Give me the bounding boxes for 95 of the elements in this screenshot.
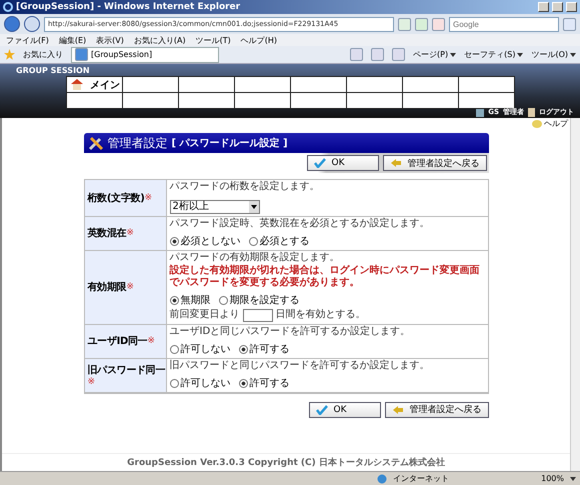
nav-item[interactable]: メイン xyxy=(67,77,122,92)
arrow-left-icon xyxy=(392,404,404,414)
caret-icon xyxy=(517,52,524,56)
nav-slot xyxy=(291,77,346,92)
radio-button[interactable] xyxy=(170,296,178,306)
radio-button[interactable] xyxy=(218,296,228,306)
radio-label: 必須としない xyxy=(180,236,240,248)
field-label: 桁数(文字数) xyxy=(88,191,145,205)
browser-tab[interactable]: [GroupSession] xyxy=(71,46,219,62)
field-description: 旧パスワードと同じパスワードを許可するか設定します。 xyxy=(170,360,430,371)
menu-item[interactable]: ヘルプ(H) xyxy=(240,34,277,46)
minimize-button[interactable] xyxy=(538,2,549,12)
field-description: パスワードの桁数を設定します。 xyxy=(170,181,320,192)
radio-label: 許可しない xyxy=(180,378,230,390)
menu-item[interactable]: お気に入り(A) xyxy=(134,34,186,46)
nav-slot xyxy=(347,93,402,108)
nav-slot xyxy=(459,93,514,108)
nav-slot xyxy=(179,93,234,108)
checkmark-icon xyxy=(314,158,326,168)
select-dropdown[interactable]: 2桁以上 xyxy=(170,200,260,214)
menu-item[interactable]: ファイル(F) xyxy=(6,34,49,46)
ok-button[interactable]: OK xyxy=(308,402,380,418)
radio-button[interactable] xyxy=(170,379,178,388)
forward-nav-button[interactable] xyxy=(24,16,40,32)
radio-label: 無期限 xyxy=(180,295,210,306)
caret-icon xyxy=(450,52,456,56)
search-field[interactable]: Google xyxy=(449,16,559,32)
arrow-left-icon xyxy=(390,158,402,168)
window-title: [GroupSession] - Windows Internet Explorer xyxy=(16,2,242,12)
radio-label: 許可しない xyxy=(180,344,230,356)
app-logo: GROUP SESSION xyxy=(16,66,90,75)
nav-slot xyxy=(67,93,122,108)
nav-slot xyxy=(179,77,234,92)
page-icon xyxy=(75,48,88,61)
nav-slot xyxy=(235,93,290,108)
back-button[interactable]: 管理者設定へ戻る xyxy=(382,155,486,171)
required-mark: ※ xyxy=(126,282,134,292)
required-mark: ※ xyxy=(144,192,152,203)
house-icon xyxy=(70,78,84,91)
close-button[interactable] xyxy=(566,2,577,12)
zone-text: インターネット xyxy=(393,473,450,484)
checkmark-icon xyxy=(316,404,328,414)
required-mark: ※ xyxy=(147,336,155,346)
field-label: 英数混在 xyxy=(88,226,126,240)
copyright-text: GroupSession Ver.3.0.3 Copyright (C) 日本トータルシステム株式会社 xyxy=(127,458,445,468)
toolbar-menu[interactable]: ページ(P) xyxy=(413,49,456,60)
toolbar-menu[interactable]: セーフティ(S) xyxy=(464,49,524,60)
radio-button[interactable] xyxy=(170,237,178,246)
radio-button[interactable] xyxy=(238,379,248,388)
radio-label: 必須とする xyxy=(260,236,310,248)
toolbar-menu[interactable]: ツール(O) xyxy=(531,49,576,60)
back-nav-button[interactable] xyxy=(4,16,20,32)
page-subtitle: [ パスワードルール設定 ] xyxy=(172,136,288,150)
days-input[interactable] xyxy=(242,308,272,322)
field-label: 旧パスワード同一 xyxy=(88,364,166,377)
nav-slot xyxy=(403,77,458,92)
field-label: ユーザID同一 xyxy=(88,334,148,348)
nav-slot xyxy=(403,93,458,108)
nav-slot xyxy=(291,93,346,108)
maximize-button[interactable] xyxy=(552,2,563,12)
radio-button[interactable] xyxy=(238,345,248,354)
field-label: 有効期限 xyxy=(88,280,126,294)
scrollbar[interactable] xyxy=(570,118,580,471)
nav-slot xyxy=(459,77,514,92)
browser-icon xyxy=(3,2,13,12)
zoom-level[interactable]: 100% xyxy=(541,474,564,483)
menu-item[interactable]: ツール(T) xyxy=(196,34,231,46)
caret-icon xyxy=(570,52,576,56)
radio-label: 期限を設定する xyxy=(230,295,300,306)
field-description: パスワード設定時、英数混在を必須とするか設定します。 xyxy=(170,218,430,229)
warning-text: 設定した有効期限が切れた場合は、ログイン時にパスワード変更画面でパスワードを変更する必要があります。 xyxy=(170,265,480,288)
nav-slot xyxy=(123,77,178,92)
required-mark: ※ xyxy=(126,228,134,238)
radio-label: 許可する xyxy=(250,378,290,390)
field-description: パスワードの有効期限を設定します。 xyxy=(170,252,340,263)
ok-button[interactable]: OK xyxy=(306,155,378,171)
caret-icon xyxy=(570,476,576,480)
tools-icon xyxy=(88,135,104,151)
nav-slot xyxy=(235,77,290,92)
radio-label: 許可する xyxy=(250,344,290,356)
required-mark: ※ xyxy=(88,377,96,387)
radio-button[interactable] xyxy=(248,237,258,246)
back-button[interactable]: 管理者設定へ戻る xyxy=(384,402,488,418)
days-prefix: 前回変更日より xyxy=(170,309,240,321)
field-description: ユーザIDと同じパスワードを許可するか設定します。 xyxy=(170,326,412,337)
radio-button[interactable] xyxy=(170,345,178,354)
help-link[interactable]: ヘルプ xyxy=(544,118,568,129)
nav-slot xyxy=(347,77,402,92)
menu-item[interactable]: 表示(V) xyxy=(96,34,124,46)
star-icon xyxy=(4,49,15,60)
menu-item[interactable]: 編集(E) xyxy=(58,34,86,46)
favorites-link[interactable]: お気に入り xyxy=(23,49,63,60)
nav-slot xyxy=(123,93,178,108)
days-suffix: 日間を有効とする。 xyxy=(276,309,366,321)
page-title: 管理者設定 xyxy=(108,134,168,152)
